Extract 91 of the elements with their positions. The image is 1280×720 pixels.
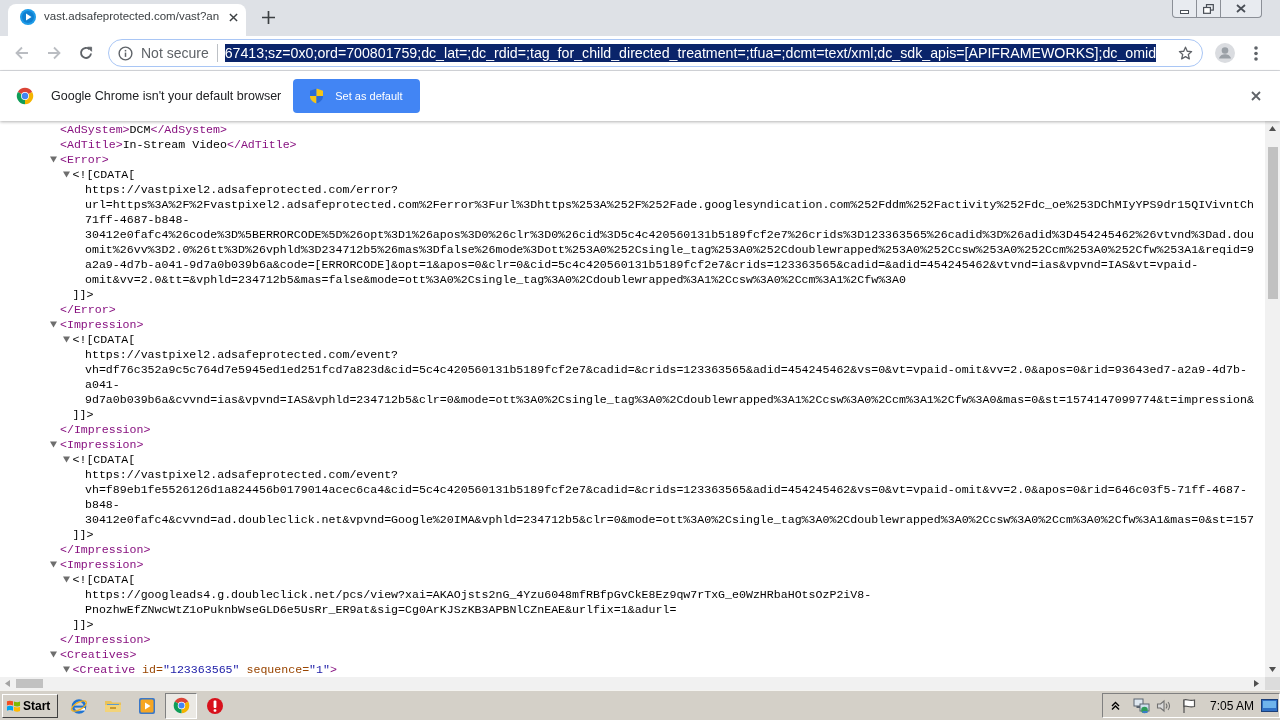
xml-tag: </Impression> [60, 422, 151, 437]
taskbar-app-button[interactable] [165, 692, 197, 719]
xml-element: <AdTitle>In-Stream Video</AdTitle> [60, 137, 297, 152]
expanded-triangle-icon[interactable] [62, 456, 70, 463]
cdata-text: b848- [85, 497, 120, 512]
cdata-text: vh=df76c352a9c5c764d7e5945ed1ed251fcd7a823d&cid=5c4c420560131b5189fcf2e7&cadid=&crids=123363565&adid=454245462&vs=0&vt=vpaid-omit&vv=2.0&apos=0&rid=93643ed7-a2a9-4d7b- [85, 362, 1247, 377]
cdata-text: a041- [85, 377, 120, 392]
close-icon[interactable] [229, 12, 238, 22]
xml-tag: </Impression> [60, 542, 151, 557]
expanded-triangle-icon[interactable] [62, 336, 70, 343]
play-circle-icon [20, 9, 36, 25]
scrollbar-corner [1265, 677, 1280, 690]
scrollbar-thumb[interactable] [16, 679, 43, 688]
xml-element: <AdSystem>DCM</AdSystem> [60, 122, 227, 137]
scroll-down-icon[interactable] [1269, 667, 1276, 672]
cdata-text: https://googleads4.g.doubleclick.net/pcs/view?xai=AKAOjsts2nG_4Yzu6048mfRBfpGvCkE8Ez9qw7rTxG_e0WzHRbaHOtsOzP2iV8- [85, 587, 872, 602]
cdata-text: 30412e0fafc4%26code%3D%5BERRORCODE%5D%26opt%3D1%26apos%3D0%26clr%3D0%26cid%3D5c4c420560131b5189fcf2e7%26crids%3D123363565%26cadid%3D%26adid%3D454245462%26vtvnd%3Dad.dou [85, 227, 1254, 242]
address-bar[interactable]: Not secure 67413;sz=0x0;ord=700801759;dc_lat=;dc_rdid=;tag_for_child_directed_treatment=;tfua=;dcmt=text/xml;dc_sdk_apis=[APIFRAMEWORKS];dc_omid [108, 39, 1203, 67]
expanded-triangle-icon[interactable] [50, 441, 57, 448]
expanded-triangle-icon[interactable] [62, 171, 70, 178]
xml-tag: ]]> [72, 407, 94, 422]
xml-tag: ]]> [72, 287, 94, 302]
browser-logo-icon [16, 87, 34, 105]
info-icon[interactable] [118, 45, 133, 61]
clock[interactable]: 7:05 AM [1210, 696, 1255, 715]
cdata-text: https://vastpixel2.adsafeprotected.com/error? [85, 182, 399, 197]
xml-tag: <Impression> [60, 557, 144, 572]
cdata-text: https://vastpixel2.adsafeprotected.com/event? [85, 347, 399, 362]
scroll-up-icon[interactable] [1269, 126, 1276, 131]
expanded-triangle-icon[interactable] [62, 666, 70, 673]
tab-title: vast.adsafeprotected.com/vast?an [44, 9, 220, 25]
cdata-text: 9d7a0b039b6a&cvvnd=ias&vpvnd=IAS&vphld=234712b5&clr=0&mode=ott%3A0%2Csingle_tag%3A0%2Cdoublewrapped%3A1%2Ccsw%3A0%2Ccm%3A1%2Cfw%3A0&mas=0&st=1574147099774&t=impression& [85, 392, 1254, 407]
chevron-up-icon[interactable] [1111, 701, 1120, 710]
show-desktop-icon[interactable] [1261, 699, 1279, 712]
expanded-triangle-icon[interactable] [50, 651, 57, 658]
horizontal-scrollbar[interactable] [0, 677, 1265, 690]
xml-tag: </Impression> [60, 632, 151, 647]
minimize-icon [1180, 9, 1189, 14]
xml-tag: <Creatives> [60, 647, 137, 662]
cdata-text: 30412e0fafc4&cvvnd=ad.doubleclick.net&vpvnd=Google%20IMA&vphld=234712b5&clr=0&mode=ott%3A0%2Csingle_tag%3A0%2Cdoublewrapped%3A0%2Ccsw%3A0%2Ccm%3A0%2Cfw%3A1&mas=0&st=157 [85, 512, 1254, 527]
avatar-icon[interactable] [1215, 43, 1235, 63]
network-icon[interactable] [1133, 697, 1150, 714]
cdata-text: a2a9-4d7b-a041-9d7a0b039b6a&code=[ERRORCODE]&opt=1&apos=0&clr=0&cid=5c4c420560131b5189fcf2e7&crids=123363565&cadid=&adid=454245462&vtvnd=ias&vpvnd=IAS&vt=vpaid- [85, 257, 1199, 272]
more-menu-icon[interactable] [1254, 45, 1258, 61]
set-default-button[interactable]: Set as default [293, 79, 421, 113]
cdata-text: PnozhwEfZNwcWtZ1oPuknbWseGLD6e5UsRr_ER9at&sig=Cg0ArKJSzKB3APBNlCZnEAE&urlfix=1&adurl= [85, 602, 677, 617]
xml-tag: <![CDATA[ [72, 452, 136, 467]
xml-tag: <![CDATA[ [72, 167, 136, 182]
url-text: 67413;sz=0x0;ord=700801759;dc_lat=;dc_rdid=;tag_for_child_directed_treatment=;tfua=;dcmt=text/xml;dc_sdk_apis=[APIFRAMEWORKS];dc_omid [224, 44, 1157, 62]
bookmark-star-icon[interactable] [1178, 45, 1193, 61]
xml-tag: <![CDATA[ [72, 332, 136, 347]
xml-tag: <![CDATA[ [72, 572, 136, 587]
scrollbar-thumb[interactable] [1267, 147, 1278, 299]
xml-tag: ]]> [72, 617, 94, 632]
expanded-triangle-icon[interactable] [62, 576, 70, 583]
expanded-triangle-icon[interactable] [50, 561, 57, 568]
xml-tag: <Impression> [60, 437, 144, 452]
xml-tag: <Creative id="123363565" sequence="1"> [72, 662, 337, 677]
scroll-right-icon[interactable] [1254, 680, 1259, 687]
cdata-text: https://vastpixel2.adsafeprotected.com/event? [85, 467, 399, 482]
browser-logo-icon [172, 697, 190, 714]
flag-logo-icon [6, 698, 21, 713]
xml-tag: </Error> [60, 302, 116, 317]
expanded-triangle-icon[interactable] [50, 156, 57, 163]
restore-icon [1203, 3, 1214, 14]
orbit-logo-icon [70, 696, 88, 715]
xml-tag: ]]> [72, 527, 94, 542]
infobar-message: Google Chrome isn't your default browser [51, 87, 282, 105]
browser-tab[interactable]: vast.adsafeprotected.com/vast?an [8, 4, 246, 36]
alert-circle-icon [206, 696, 224, 715]
cdata-text: 71ff-4687-b848- [85, 212, 190, 227]
close-icon[interactable] [1251, 91, 1261, 101]
vertical-scrollbar[interactable] [1265, 121, 1280, 677]
close-icon [1236, 4, 1246, 13]
cdata-text: url=https%3A%2F%2Fvastpixel2.adsafeprotected.com%2Ferror%3Furl%3Dhttps%253A%252F%252Fade.googlesyndication.com%252Fddm%252Factivity%252Fdc_oe%253DChMIyYPS9dr15QIVivntCh [85, 197, 1254, 212]
shield-icon [309, 88, 325, 104]
forward-arrow-icon [46, 45, 62, 61]
cdata-text: vh=f89eb1fe5526126d1a824456b0179014acec6ca4&cid=5c4c420560131b5189fcf2e7&cadid=&crids=123363565&adid=454245462&vs=0&vt=vpaid-omit&vv=2.0&apos=0&rid=646c03f5-71ff-4687- [85, 482, 1247, 497]
back-arrow-icon [14, 45, 30, 61]
cdata-text: omit%26vv%3D2.0%26tt%3D%26vphld%3D234712b5%26mas%3Dfalse%26mode%3Dott%253A0%252Csingle_tag%253A0%252Cdoublewrapped%253A0%252Ccsw%253A0%252Ccm%253A0%252Cfw%253A1&reqid=9 [85, 242, 1254, 257]
start-button[interactable]: Start [2, 693, 58, 718]
reload-icon [78, 45, 94, 61]
speaker-icon[interactable] [1156, 697, 1172, 714]
play-tile-icon [138, 696, 156, 715]
new-tab-plus-icon[interactable] [262, 10, 275, 24]
security-label: Not secure [141, 43, 209, 63]
expanded-triangle-icon[interactable] [50, 321, 57, 328]
xml-tag: <Impression> [60, 317, 144, 332]
flag-icon[interactable] [1182, 697, 1196, 714]
xml-tag: <Error> [60, 152, 109, 167]
cdata-text: omit&vv=2.0&tt=&vphld=234712b5&mas=false&mode=ott%3A0%2Csingle_tag%3A0%2Cdoublewrapped%3A1%2Ccsw%3A0%2Ccm%3A1%2Cfw%3A0 [85, 272, 906, 287]
